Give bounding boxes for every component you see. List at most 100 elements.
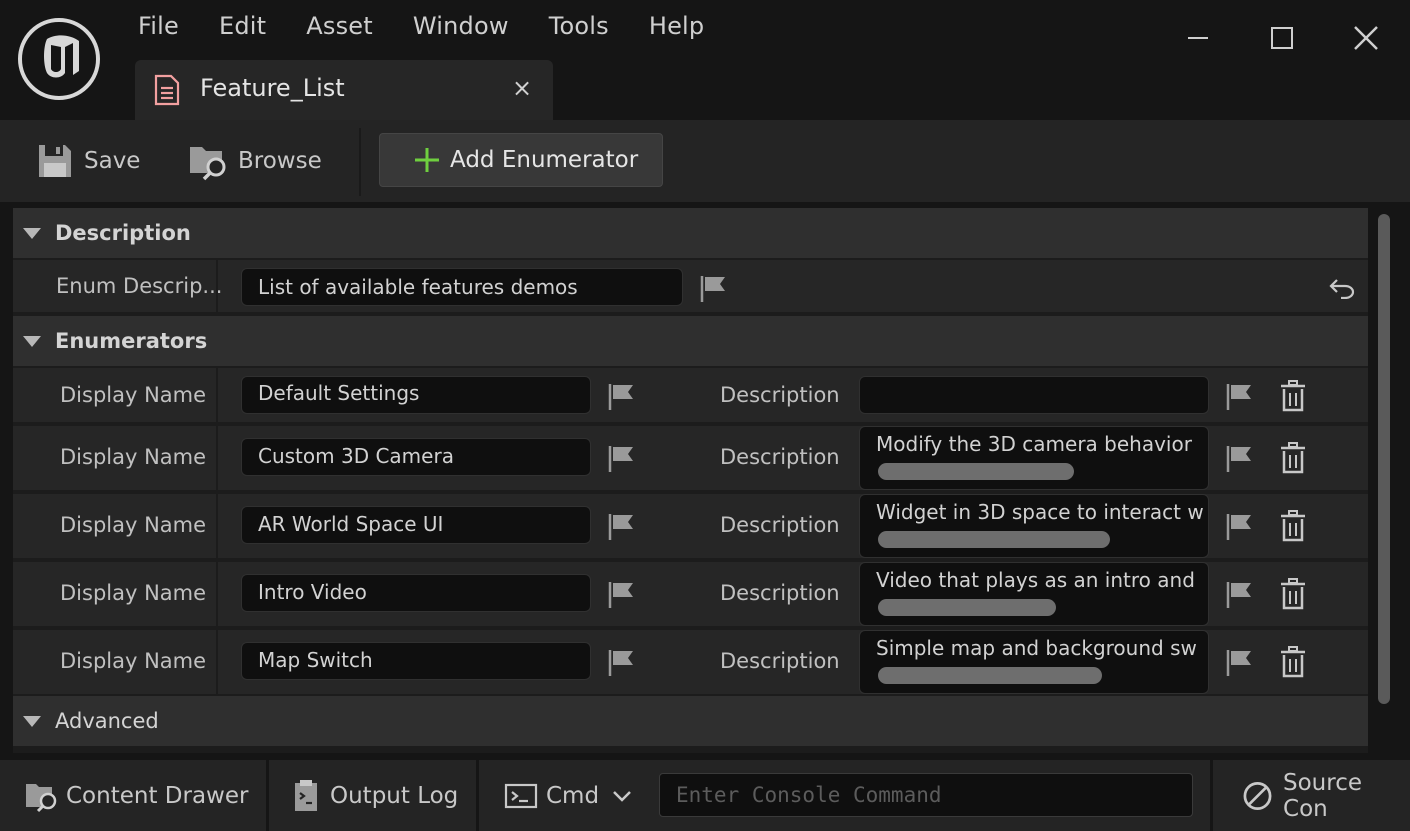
description-label: Description: [720, 513, 840, 537]
plus-icon: [415, 148, 439, 172]
tab-feature-list[interactable]: Feature_List ×: [135, 60, 553, 120]
collapse-arrow-icon: [23, 335, 41, 347]
toolbar: Save Browse: [0, 120, 1410, 202]
browse-button[interactable]: Browse: [188, 136, 322, 186]
enumerators-section-header[interactable]: Enumerators: [13, 316, 1368, 366]
display-name-label: Display Name: [60, 581, 207, 605]
localization-flag-icon[interactable]: [699, 274, 729, 304]
description-field[interactable]: Modify the 3D camera behavior: [859, 426, 1209, 490]
display-name-label: Display Name: [60, 649, 207, 673]
menu-window[interactable]: Window: [393, 8, 529, 44]
description-label: Description: [720, 383, 840, 407]
tab-title: Feature_List: [200, 74, 345, 102]
details-panel: Description Enum Descrip... List of avai…: [13, 208, 1368, 753]
display-name-label: Display Name: [60, 383, 207, 407]
content-drawer-label: Content Drawer: [66, 782, 249, 809]
localization-flag-icon[interactable]: [1225, 648, 1255, 678]
enumerators-section-title: Enumerators: [55, 329, 208, 353]
display-name-field[interactable]: AR World Space UI: [241, 506, 591, 544]
description-label: Description: [720, 445, 840, 469]
enumerator-row: Display Name Custom 3D Camera Descriptio…: [13, 426, 1368, 492]
chevron-down-icon: [613, 790, 631, 802]
minimize-icon: [1188, 37, 1208, 39]
advanced-section-header[interactable]: Advanced: [13, 696, 1368, 746]
delete-trash-icon[interactable]: [1278, 442, 1308, 474]
menu-help[interactable]: Help: [629, 8, 725, 44]
close-icon: [1354, 26, 1378, 50]
delete-trash-icon[interactable]: [1278, 578, 1308, 610]
delete-trash-icon[interactable]: [1278, 380, 1308, 412]
description-field[interactable]: Video that plays as an intro and: [859, 562, 1209, 626]
enum-asset-icon: [154, 74, 180, 106]
description-field[interactable]: Simple map and background sw: [859, 630, 1209, 694]
save-button[interactable]: Save: [36, 136, 140, 186]
enum-description-label: Enum Descrip...: [56, 274, 223, 298]
enumerator-row: Display Name Map Switch Description Simp…: [13, 630, 1368, 696]
source-control-label: Source Con: [1283, 769, 1363, 822]
localization-flag-icon[interactable]: [1225, 512, 1255, 542]
maximize-button[interactable]: [1258, 16, 1306, 60]
description-section-header[interactable]: Description: [13, 208, 1368, 258]
display-name-field[interactable]: Map Switch: [241, 642, 591, 680]
source-control-disabled-icon: [1243, 781, 1272, 810]
description-section-title: Description: [55, 221, 191, 245]
menu-file[interactable]: File: [118, 8, 199, 44]
output-log-icon: [295, 779, 317, 811]
content-drawer-icon: [26, 783, 57, 812]
maximize-icon: [1271, 27, 1293, 49]
display-name-field[interactable]: Intro Video: [241, 574, 591, 612]
cmd-dropdown[interactable]: Cmd: [504, 760, 633, 831]
localization-flag-icon[interactable]: [1225, 444, 1255, 474]
description-field[interactable]: [859, 376, 1209, 414]
localization-flag-icon[interactable]: [607, 444, 637, 474]
main-menu: File Edit Asset Window Tools Help: [118, 8, 724, 44]
collapse-arrow-icon: [23, 227, 41, 239]
unreal-logo-icon[interactable]: [17, 17, 101, 101]
browse-folder-icon: [190, 147, 226, 181]
scrollbar-thumb[interactable]: [1378, 214, 1390, 704]
localization-flag-icon[interactable]: [607, 382, 637, 412]
localization-flag-icon[interactable]: [607, 580, 637, 610]
add-enumerator-button[interactable]: Add Enumerator: [379, 133, 663, 187]
add-enumerator-label: Add Enumerator: [450, 147, 639, 173]
localization-flag-icon[interactable]: [1225, 382, 1255, 412]
console-command-input[interactable]: [659, 773, 1193, 817]
menu-tools[interactable]: Tools: [529, 8, 629, 44]
localization-flag-icon[interactable]: [1225, 580, 1255, 610]
collapse-arrow-icon: [23, 715, 41, 727]
localization-flag-icon[interactable]: [607, 512, 637, 542]
minimize-button[interactable]: [1174, 16, 1222, 60]
description-label: Description: [720, 649, 840, 673]
menu-asset[interactable]: Asset: [286, 8, 393, 44]
source-control-button[interactable]: Source Con: [1242, 760, 1410, 831]
delete-trash-icon[interactable]: [1278, 646, 1308, 678]
close-window-button[interactable]: [1342, 16, 1390, 60]
display-name-label: Display Name: [60, 513, 207, 537]
description-label: Description: [720, 581, 840, 605]
delete-trash-icon[interactable]: [1278, 510, 1308, 542]
enumerator-row: Display Name Default Settings Descriptio…: [13, 368, 1368, 424]
browse-label: Browse: [238, 148, 322, 174]
status-bar: Content Drawer Output Log Cmd Source Con: [0, 760, 1410, 831]
cmd-label: Cmd: [546, 782, 600, 809]
description-field[interactable]: Widget in 3D space to interact w: [859, 494, 1209, 558]
enumerator-row: Display Name Intro Video Description Vid…: [13, 562, 1368, 628]
advanced-section-title: Advanced: [55, 709, 159, 733]
save-label: Save: [84, 148, 141, 174]
enum-description-row: Enum Descrip... List of available featur…: [13, 260, 1368, 314]
save-icon: [39, 145, 71, 177]
enum-description-field[interactable]: List of available features demos: [241, 268, 683, 306]
output-log-label: Output Log: [330, 782, 459, 809]
tab-close-button[interactable]: ×: [507, 74, 537, 102]
output-log-button[interactable]: Output Log: [292, 760, 458, 831]
display-name-label: Display Name: [60, 445, 207, 469]
reset-to-default-icon[interactable]: [1329, 277, 1355, 299]
enumerator-row: Display Name AR World Space UI Descripti…: [13, 494, 1368, 560]
menu-edit[interactable]: Edit: [199, 8, 286, 44]
display-name-field[interactable]: Custom 3D Camera: [241, 438, 591, 476]
terminal-icon: [504, 783, 538, 808]
content-drawer-button[interactable]: Content Drawer: [24, 760, 248, 831]
toolbar-separator: [359, 128, 361, 196]
display-name-field[interactable]: Default Settings: [241, 376, 591, 414]
localization-flag-icon[interactable]: [607, 648, 637, 678]
